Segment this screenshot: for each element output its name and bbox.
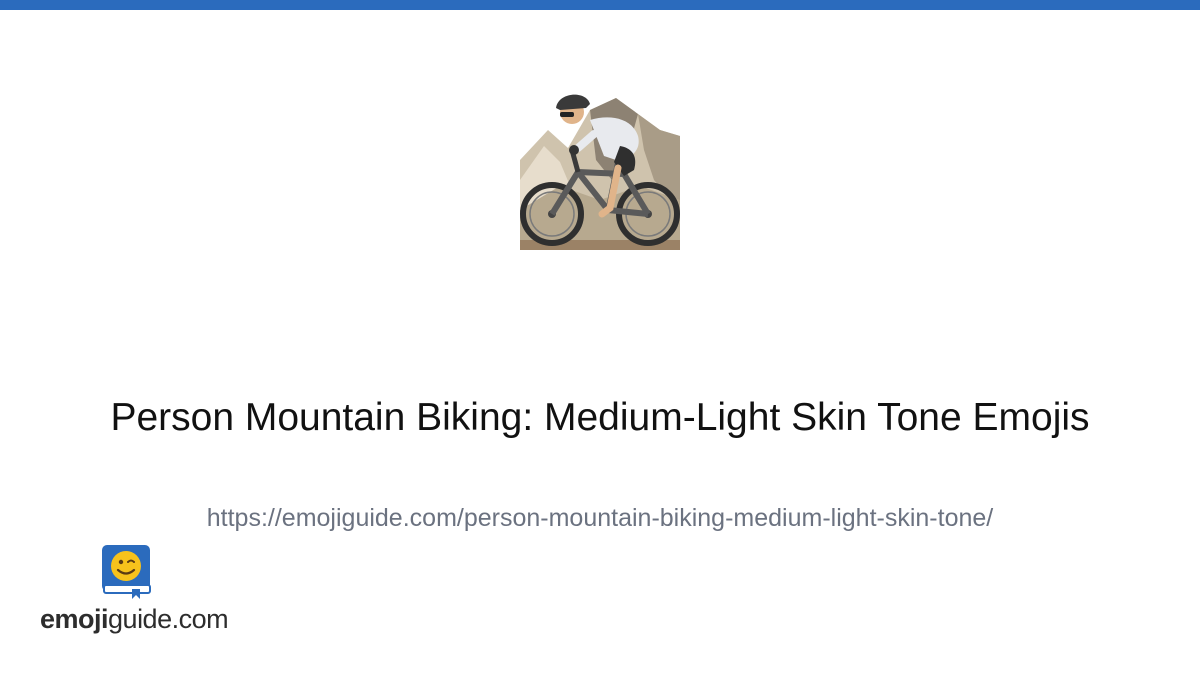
logo-wordmark: emojiguide.com	[40, 603, 229, 635]
page-title: Person Mountain Biking: Medium-Light Ski…	[110, 396, 1090, 439]
logo-text-bold: emoji	[40, 604, 109, 634]
mountain-biker-emoji-icon	[520, 90, 680, 250]
logo-text-regular: guide.com	[108, 604, 229, 634]
site-logo[interactable]: emojiguide.com	[40, 545, 230, 640]
winking-face-book-icon	[102, 545, 152, 599]
accent-bar	[0, 0, 1200, 10]
share-card: Person Mountain Biking: Medium-Light Ski…	[0, 0, 1200, 675]
page-url[interactable]: https://emojiguide.com/person-mountain-b…	[0, 503, 1200, 533]
